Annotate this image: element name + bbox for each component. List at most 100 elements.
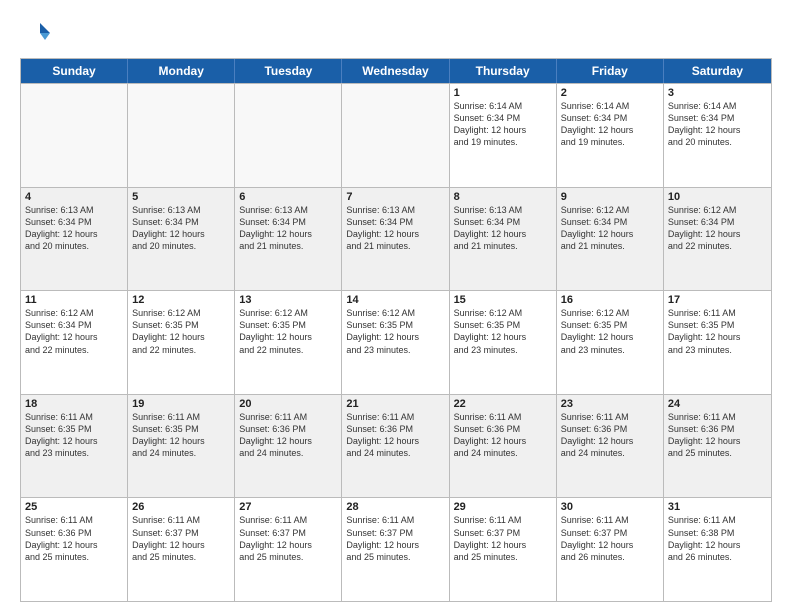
cell-info: Sunrise: 6:11 AM Sunset: 6:38 PM Dayligh… (668, 514, 767, 563)
cell-date: 3 (668, 87, 767, 99)
cell-date: 22 (454, 398, 552, 410)
cell-info: Sunrise: 6:12 AM Sunset: 6:35 PM Dayligh… (239, 307, 337, 356)
day-header-sunday: Sunday (21, 59, 128, 83)
cell-date: 23 (561, 398, 659, 410)
day-header-tuesday: Tuesday (235, 59, 342, 83)
cell-info: Sunrise: 6:11 AM Sunset: 6:35 PM Dayligh… (132, 411, 230, 460)
cell-date: 11 (25, 294, 123, 306)
cell-info: Sunrise: 6:12 AM Sunset: 6:35 PM Dayligh… (132, 307, 230, 356)
calendar-cell: 18Sunrise: 6:11 AM Sunset: 6:35 PM Dayli… (21, 395, 128, 498)
calendar-cell: 6Sunrise: 6:13 AM Sunset: 6:34 PM Daylig… (235, 188, 342, 291)
day-header-thursday: Thursday (450, 59, 557, 83)
cell-info: Sunrise: 6:11 AM Sunset: 6:37 PM Dayligh… (346, 514, 444, 563)
cell-date: 12 (132, 294, 230, 306)
cell-date: 19 (132, 398, 230, 410)
calendar-cell: 20Sunrise: 6:11 AM Sunset: 6:36 PM Dayli… (235, 395, 342, 498)
cell-info: Sunrise: 6:11 AM Sunset: 6:36 PM Dayligh… (561, 411, 659, 460)
calendar-cell: 28Sunrise: 6:11 AM Sunset: 6:37 PM Dayli… (342, 498, 449, 601)
cell-date: 15 (454, 294, 552, 306)
calendar-row-1: 4Sunrise: 6:13 AM Sunset: 6:34 PM Daylig… (21, 187, 771, 291)
cell-info: Sunrise: 6:11 AM Sunset: 6:36 PM Dayligh… (25, 514, 123, 563)
calendar-cell: 4Sunrise: 6:13 AM Sunset: 6:34 PM Daylig… (21, 188, 128, 291)
cell-info: Sunrise: 6:12 AM Sunset: 6:34 PM Dayligh… (25, 307, 123, 356)
cell-date: 1 (454, 87, 552, 99)
page: SundayMondayTuesdayWednesdayThursdayFrid… (0, 0, 792, 612)
calendar-cell: 13Sunrise: 6:12 AM Sunset: 6:35 PM Dayli… (235, 291, 342, 394)
calendar-body: 1Sunrise: 6:14 AM Sunset: 6:34 PM Daylig… (21, 83, 771, 601)
cell-date: 18 (25, 398, 123, 410)
cell-date: 4 (25, 191, 123, 203)
cell-info: Sunrise: 6:11 AM Sunset: 6:37 PM Dayligh… (239, 514, 337, 563)
calendar-cell (128, 84, 235, 187)
cell-info: Sunrise: 6:12 AM Sunset: 6:35 PM Dayligh… (346, 307, 444, 356)
cell-date: 28 (346, 501, 444, 513)
cell-date: 21 (346, 398, 444, 410)
cell-info: Sunrise: 6:13 AM Sunset: 6:34 PM Dayligh… (239, 204, 337, 253)
cell-info: Sunrise: 6:13 AM Sunset: 6:34 PM Dayligh… (454, 204, 552, 253)
calendar-cell: 8Sunrise: 6:13 AM Sunset: 6:34 PM Daylig… (450, 188, 557, 291)
day-header-friday: Friday (557, 59, 664, 83)
calendar-cell: 7Sunrise: 6:13 AM Sunset: 6:34 PM Daylig… (342, 188, 449, 291)
cell-date: 2 (561, 87, 659, 99)
day-header-saturday: Saturday (664, 59, 771, 83)
day-header-monday: Monday (128, 59, 235, 83)
calendar-cell: 17Sunrise: 6:11 AM Sunset: 6:35 PM Dayli… (664, 291, 771, 394)
cell-info: Sunrise: 6:14 AM Sunset: 6:34 PM Dayligh… (668, 100, 767, 149)
cell-info: Sunrise: 6:12 AM Sunset: 6:34 PM Dayligh… (561, 204, 659, 253)
cell-date: 8 (454, 191, 552, 203)
cell-info: Sunrise: 6:11 AM Sunset: 6:36 PM Dayligh… (454, 411, 552, 460)
cell-date: 27 (239, 501, 337, 513)
cell-date: 5 (132, 191, 230, 203)
calendar-cell: 15Sunrise: 6:12 AM Sunset: 6:35 PM Dayli… (450, 291, 557, 394)
calendar-cell: 16Sunrise: 6:12 AM Sunset: 6:35 PM Dayli… (557, 291, 664, 394)
calendar-cell: 29Sunrise: 6:11 AM Sunset: 6:37 PM Dayli… (450, 498, 557, 601)
calendar-cell: 23Sunrise: 6:11 AM Sunset: 6:36 PM Dayli… (557, 395, 664, 498)
cell-date: 29 (454, 501, 552, 513)
calendar-cell: 21Sunrise: 6:11 AM Sunset: 6:36 PM Dayli… (342, 395, 449, 498)
calendar-cell: 12Sunrise: 6:12 AM Sunset: 6:35 PM Dayli… (128, 291, 235, 394)
calendar-cell: 5Sunrise: 6:13 AM Sunset: 6:34 PM Daylig… (128, 188, 235, 291)
cell-date: 17 (668, 294, 767, 306)
cell-info: Sunrise: 6:11 AM Sunset: 6:35 PM Dayligh… (668, 307, 767, 356)
cell-info: Sunrise: 6:12 AM Sunset: 6:35 PM Dayligh… (561, 307, 659, 356)
cell-info: Sunrise: 6:11 AM Sunset: 6:36 PM Dayligh… (239, 411, 337, 460)
calendar-cell (235, 84, 342, 187)
cell-info: Sunrise: 6:11 AM Sunset: 6:35 PM Dayligh… (25, 411, 123, 460)
calendar: SundayMondayTuesdayWednesdayThursdayFrid… (20, 58, 772, 602)
cell-info: Sunrise: 6:11 AM Sunset: 6:37 PM Dayligh… (561, 514, 659, 563)
cell-info: Sunrise: 6:11 AM Sunset: 6:37 PM Dayligh… (454, 514, 552, 563)
cell-date: 30 (561, 501, 659, 513)
logo (20, 18, 54, 48)
calendar-cell: 14Sunrise: 6:12 AM Sunset: 6:35 PM Dayli… (342, 291, 449, 394)
cell-info: Sunrise: 6:13 AM Sunset: 6:34 PM Dayligh… (132, 204, 230, 253)
calendar-cell: 10Sunrise: 6:12 AM Sunset: 6:34 PM Dayli… (664, 188, 771, 291)
calendar-cell: 2Sunrise: 6:14 AM Sunset: 6:34 PM Daylig… (557, 84, 664, 187)
cell-date: 14 (346, 294, 444, 306)
calendar-cell (21, 84, 128, 187)
calendar-row-2: 11Sunrise: 6:12 AM Sunset: 6:34 PM Dayli… (21, 290, 771, 394)
cell-info: Sunrise: 6:14 AM Sunset: 6:34 PM Dayligh… (454, 100, 552, 149)
calendar-header: SundayMondayTuesdayWednesdayThursdayFrid… (21, 59, 771, 83)
calendar-row-3: 18Sunrise: 6:11 AM Sunset: 6:35 PM Dayli… (21, 394, 771, 498)
calendar-cell: 30Sunrise: 6:11 AM Sunset: 6:37 PM Dayli… (557, 498, 664, 601)
cell-date: 6 (239, 191, 337, 203)
cell-date: 10 (668, 191, 767, 203)
calendar-cell: 3Sunrise: 6:14 AM Sunset: 6:34 PM Daylig… (664, 84, 771, 187)
cell-info: Sunrise: 6:14 AM Sunset: 6:34 PM Dayligh… (561, 100, 659, 149)
cell-date: 25 (25, 501, 123, 513)
day-header-wednesday: Wednesday (342, 59, 449, 83)
header (20, 18, 772, 48)
cell-date: 16 (561, 294, 659, 306)
calendar-cell: 19Sunrise: 6:11 AM Sunset: 6:35 PM Dayli… (128, 395, 235, 498)
calendar-row-0: 1Sunrise: 6:14 AM Sunset: 6:34 PM Daylig… (21, 83, 771, 187)
cell-info: Sunrise: 6:13 AM Sunset: 6:34 PM Dayligh… (25, 204, 123, 253)
calendar-cell (342, 84, 449, 187)
cell-info: Sunrise: 6:12 AM Sunset: 6:35 PM Dayligh… (454, 307, 552, 356)
cell-date: 9 (561, 191, 659, 203)
cell-date: 26 (132, 501, 230, 513)
cell-info: Sunrise: 6:11 AM Sunset: 6:36 PM Dayligh… (668, 411, 767, 460)
calendar-cell: 11Sunrise: 6:12 AM Sunset: 6:34 PM Dayli… (21, 291, 128, 394)
calendar-cell: 31Sunrise: 6:11 AM Sunset: 6:38 PM Dayli… (664, 498, 771, 601)
calendar-cell: 26Sunrise: 6:11 AM Sunset: 6:37 PM Dayli… (128, 498, 235, 601)
calendar-cell: 24Sunrise: 6:11 AM Sunset: 6:36 PM Dayli… (664, 395, 771, 498)
